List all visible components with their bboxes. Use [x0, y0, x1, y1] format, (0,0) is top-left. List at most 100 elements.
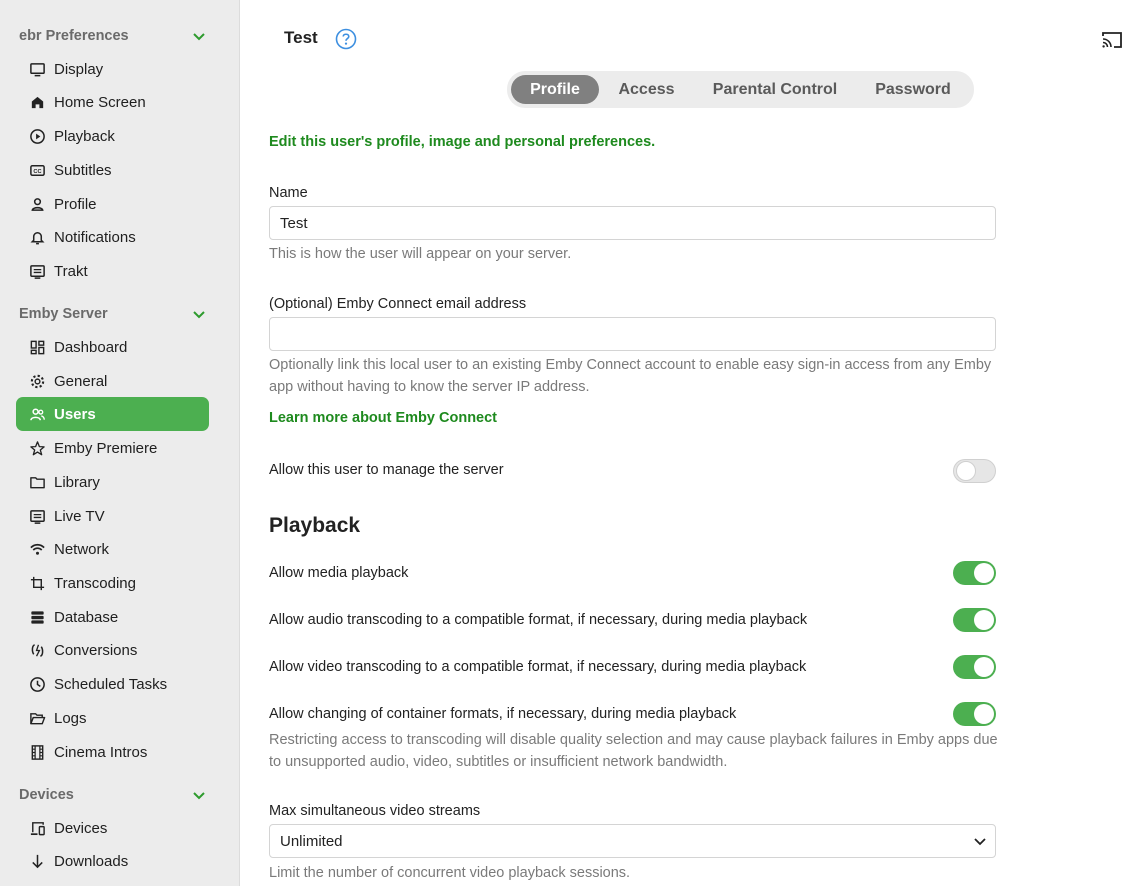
help-circle-icon[interactable]	[335, 28, 357, 50]
sidebar-item-playback[interactable]: Playback	[16, 120, 209, 152]
sidebar-item-network[interactable]: Network	[16, 533, 209, 565]
sidebar-item-live-tv[interactable]: Live TV	[16, 500, 209, 532]
sidebar-item-label: Home Screen	[54, 93, 146, 111]
svg-text:CC: CC	[33, 168, 41, 174]
sidebar-item-trakt[interactable]: Trakt	[16, 255, 209, 287]
sidebar-item-label: Emby Premiere	[54, 439, 158, 457]
max-streams-label: Max simultaneous video streams	[269, 803, 481, 819]
sidebar-item-notifications[interactable]: Notifications	[16, 221, 209, 253]
chevron-down-icon	[974, 838, 986, 846]
page-title: Test	[284, 28, 318, 47]
max-streams-help: Limit the number of concurrent video pla…	[269, 865, 631, 881]
allow-media-playback-toggle[interactable]	[953, 561, 996, 585]
closed-captions-icon: CC	[28, 161, 46, 179]
tab-access[interactable]: Access	[599, 75, 694, 104]
database-icon	[28, 608, 46, 626]
toggle-knob	[974, 563, 994, 583]
sidebar-item-label: Conversions	[54, 641, 138, 659]
download-arrow-icon	[28, 852, 46, 870]
section-title: Emby Server	[19, 306, 108, 322]
sidebar-item-emby-premiere[interactable]: Emby Premiere	[16, 432, 209, 464]
chevron-down-icon	[193, 311, 205, 319]
sidebar-item-label: Library	[54, 473, 100, 491]
transcoding-help: Restricting access to transcoding will d…	[269, 732, 998, 770]
sidebar-item-cinema-intros[interactable]: Cinema Intros	[16, 736, 209, 768]
section-devices[interactable]: Devices	[19, 783, 209, 807]
sidebar-item-database[interactable]: Database	[16, 601, 209, 633]
sidebar-item-library[interactable]: Library	[16, 466, 209, 498]
sidebar-item-label: Transcoding	[54, 574, 136, 592]
sidebar-item-label: Trakt	[54, 262, 88, 280]
toggle-knob	[974, 610, 994, 630]
max-streams-value: Unlimited	[280, 832, 343, 850]
tab-password[interactable]: Password	[856, 75, 970, 104]
name-help: This is how the user will appear on your…	[269, 246, 572, 262]
gear-icon	[28, 372, 46, 390]
audio-transcoding-label: Allow audio transcoding to a compatible …	[269, 612, 808, 628]
sidebar-item-subtitles[interactable]: CC Subtitles	[16, 154, 209, 186]
cast-icon[interactable]	[1101, 31, 1123, 49]
manage-server-toggle[interactable]	[953, 459, 996, 483]
tv-guide-icon	[28, 507, 46, 525]
section-title: Devices	[19, 787, 74, 803]
film-icon	[28, 743, 46, 761]
sidebar-item-conversions[interactable]: Conversions	[16, 634, 209, 666]
sidebar-item-label: Live TV	[54, 507, 105, 525]
container-format-label: Allow changing of container formats, if …	[269, 706, 737, 722]
toggle-knob	[956, 461, 976, 481]
section-emby-server[interactable]: Emby Server	[19, 302, 209, 326]
sidebar-item-home-screen[interactable]: Home Screen	[16, 86, 209, 118]
sidebar-item-users[interactable]: Users	[16, 397, 209, 431]
clock-icon	[28, 675, 46, 693]
section-ebr-preferences[interactable]: ebr Preferences	[19, 24, 209, 48]
video-transcoding-toggle[interactable]	[953, 655, 996, 679]
video-transcoding-label: Allow video transcoding to a compatible …	[269, 659, 807, 675]
dashboard-icon	[28, 338, 46, 356]
devices-icon	[28, 819, 46, 837]
connect-email-input[interactable]	[269, 317, 996, 351]
sidebar-item-label: Dashboard	[54, 338, 128, 356]
name-input[interactable]	[269, 206, 996, 240]
sidebar-item-logs[interactable]: Logs	[16, 702, 209, 734]
folder-icon	[28, 473, 46, 491]
toggle-knob	[974, 704, 994, 724]
main-content: Test Profile Access Parental Control Pas…	[241, 0, 1123, 886]
connect-email-help: Optionally link this local user to an ex…	[269, 357, 992, 395]
sidebar-item-display[interactable]: Display	[16, 53, 209, 85]
toggle-knob	[974, 657, 994, 677]
audio-transcoding-toggle[interactable]	[953, 608, 996, 632]
container-format-toggle[interactable]	[953, 702, 996, 726]
sidebar-item-label: Profile	[54, 195, 97, 213]
sidebar-item-general[interactable]: General	[16, 365, 209, 397]
sidebar-item-label: Network	[54, 540, 110, 558]
sidebar-item-dashboard[interactable]: Dashboard	[16, 331, 209, 363]
sidebar-item-downloads[interactable]: Downloads	[16, 845, 209, 877]
sidebar-item-label: General	[54, 372, 108, 390]
users-icon	[28, 405, 46, 423]
sidebar-item-label: Cinema Intros	[54, 743, 148, 761]
transcode-icon	[28, 574, 46, 592]
section-title: ebr Preferences	[19, 28, 129, 44]
manage-server-label: Allow this user to manage the server	[269, 462, 504, 478]
learn-more-link[interactable]: Learn more about Emby Connect	[269, 410, 497, 426]
list-box-icon	[28, 262, 46, 280]
tab-profile[interactable]: Profile	[511, 75, 599, 104]
sidebar-item-label: Logs	[54, 709, 87, 727]
tab-parental-control[interactable]: Parental Control	[694, 75, 856, 104]
sidebar-item-devices[interactable]: Devices	[16, 812, 209, 844]
sidebar-item-label: Users	[54, 405, 96, 423]
max-streams-select[interactable]: Unlimited	[269, 824, 996, 858]
sidebar-item-label: Display	[54, 60, 104, 78]
sidebar-item-scheduled-tasks[interactable]: Scheduled Tasks	[16, 668, 209, 700]
profile-intro: Edit this user's profile, image and pers…	[269, 134, 656, 150]
sidebar-item-profile[interactable]: Profile	[16, 188, 209, 220]
monitor-icon	[28, 60, 46, 78]
sidebar-item-label: Playback	[54, 127, 115, 145]
sidebar-item-transcoding[interactable]: Transcoding	[16, 567, 209, 599]
wifi-icon	[28, 540, 46, 558]
play-circle-icon	[28, 127, 46, 145]
star-icon	[28, 439, 46, 457]
folder-open-icon	[28, 709, 46, 727]
sidebar-item-label: Database	[54, 608, 119, 626]
bell-icon	[28, 228, 46, 246]
